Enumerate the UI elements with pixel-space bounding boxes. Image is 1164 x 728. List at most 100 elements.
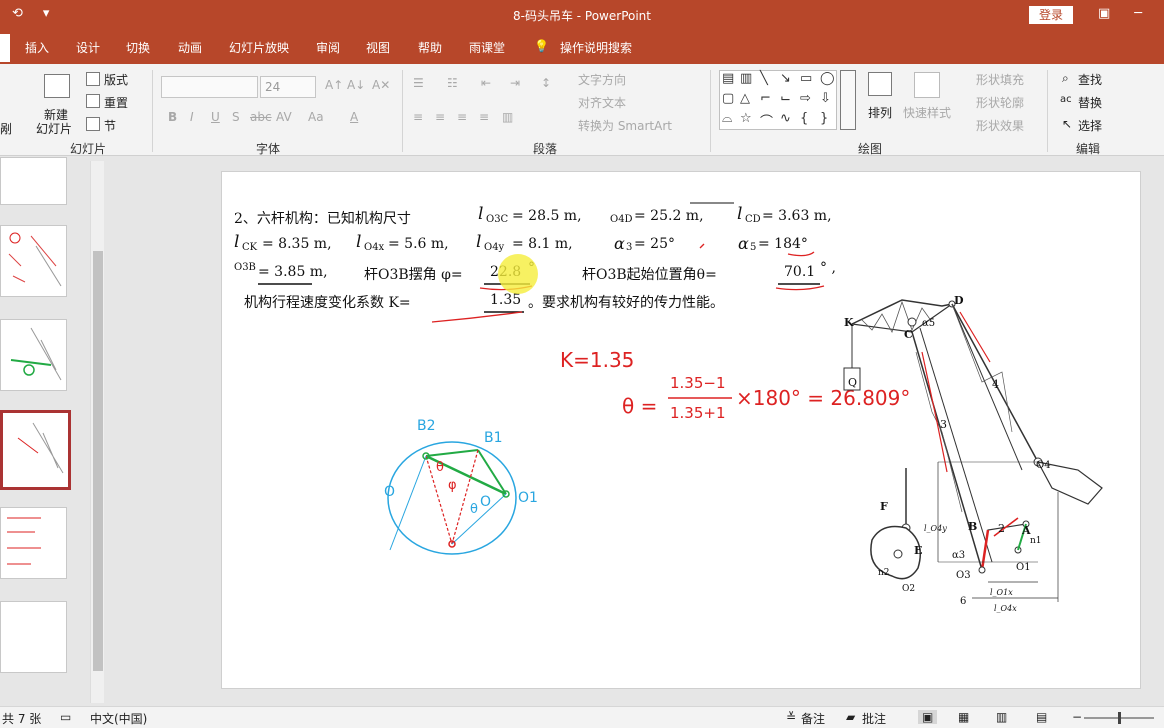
- tell-me-search[interactable]: 操作说明搜索: [560, 39, 632, 56]
- left-brace-icon[interactable]: {: [800, 111, 808, 126]
- tab-animations[interactable]: 动画: [178, 39, 202, 56]
- shape-effects-button[interactable]: 形状效果: [976, 117, 1024, 134]
- textbox-shape-icon[interactable]: ▤: [722, 71, 734, 86]
- slide-thumbnail-2[interactable]: [0, 157, 67, 205]
- slide-canvas[interactable]: 2、六杆机构：已知机构尺寸 l O3C = 28.5 m, O4D = 25.2…: [221, 171, 1141, 689]
- down-arrow-icon[interactable]: ⇩: [820, 91, 831, 106]
- find-button[interactable]: 查找: [1078, 71, 1102, 88]
- shrink-font-icon[interactable]: A↓: [347, 78, 365, 92]
- replace-button[interactable]: 替换: [1078, 94, 1102, 111]
- arrow-shape-icon[interactable]: ↘: [780, 71, 791, 86]
- bold-icon[interactable]: B: [168, 110, 177, 124]
- freeform-icon[interactable]: ⌓: [722, 111, 732, 126]
- line-shape-icon[interactable]: ╲: [760, 71, 768, 86]
- tab-help[interactable]: 帮助: [418, 39, 442, 56]
- triangle-shape-icon[interactable]: △: [740, 91, 750, 106]
- connector-icon[interactable]: ⌐: [760, 91, 771, 106]
- indent-icon[interactable]: ⇤: [481, 76, 491, 90]
- reading-view-icon[interactable]: ▥: [996, 710, 1007, 724]
- label-Q: Q: [848, 376, 858, 389]
- font-name-combo[interactable]: [161, 76, 258, 98]
- ribbon-display-options-icon[interactable]: ▣: [1098, 6, 1110, 21]
- shapes-gallery-scroll[interactable]: [840, 70, 856, 130]
- slide-thumbnail-3[interactable]: [0, 225, 67, 297]
- thumbnail-sketch: [8, 232, 62, 287]
- align-text-button[interactable]: 对齐文本: [578, 94, 626, 111]
- underline-icon[interactable]: U: [211, 110, 220, 124]
- line-spacing-icon[interactable]: ↕: [541, 76, 551, 90]
- strikethrough-icon[interactable]: abc: [250, 110, 272, 124]
- shadow-icon[interactable]: S: [232, 110, 240, 124]
- tab-slideshow[interactable]: 幻灯片放映: [229, 39, 289, 56]
- align-right-icon[interactable]: ≡: [457, 110, 467, 124]
- arrange-icon[interactable]: [868, 72, 892, 96]
- justify-icon[interactable]: ≡: [479, 110, 489, 124]
- elbow-connector-icon[interactable]: ⌙: [780, 91, 791, 106]
- arc-icon[interactable]: ⌒: [760, 111, 773, 130]
- reset-button[interactable]: 重置: [104, 94, 128, 111]
- char-spacing-icon[interactable]: AV: [276, 110, 292, 124]
- zoom-slider-thumb[interactable]: [1118, 712, 1121, 724]
- select-button[interactable]: 选择: [1078, 117, 1102, 134]
- right-brace-icon[interactable]: }: [820, 111, 828, 126]
- columns-icon[interactable]: ▥: [502, 110, 513, 124]
- font-color-icon[interactable]: A: [350, 110, 358, 124]
- font-size-combo[interactable]: 24: [260, 76, 316, 98]
- label-b1: B1: [484, 430, 503, 446]
- text-direction-button[interactable]: 文字方向: [578, 71, 626, 88]
- shape-outline-button[interactable]: 形状轮廓: [976, 94, 1024, 111]
- label-alpha5: α5: [922, 318, 936, 329]
- align-left-icon[interactable]: ≡: [413, 110, 423, 124]
- slide-sorter-icon[interactable]: ▦: [958, 710, 969, 724]
- comments-button[interactable]: 批注: [862, 710, 886, 727]
- shapes-gallery[interactable]: ▤ ▥ ╲ ↘ ▭ ◯ ▢ △ ⌐ ⌙ ⇨ ⇩ ⌓ ☆ ⌒ ∿ { }: [719, 70, 837, 130]
- minimize-icon[interactable]: ─: [1134, 6, 1142, 21]
- curve-icon[interactable]: ∿: [780, 111, 791, 126]
- change-case-icon[interactable]: Aa: [308, 110, 324, 124]
- rounded-rect-icon[interactable]: ▢: [722, 91, 734, 106]
- rectangle-shape-icon[interactable]: ▭: [800, 71, 812, 86]
- grow-font-icon[interactable]: A↑: [325, 78, 343, 92]
- quick-styles-button[interactable]: 快速样式: [903, 104, 951, 121]
- tab-design[interactable]: 设计: [76, 39, 100, 56]
- scrollbar-thumb[interactable]: [93, 251, 103, 671]
- zoom-out-icon[interactable]: −: [1072, 710, 1082, 724]
- convert-smartart-button[interactable]: 转换为 SmartArt: [578, 117, 672, 134]
- italic-icon[interactable]: I: [190, 110, 194, 124]
- vertical-textbox-icon[interactable]: ▥: [740, 71, 752, 86]
- clear-format-icon[interactable]: A✕: [372, 78, 390, 92]
- label-2: 2: [998, 522, 1005, 535]
- slide-thumbnail-6[interactable]: [0, 507, 67, 579]
- cut-button-fragment[interactable]: 剐: [0, 120, 12, 137]
- star-icon[interactable]: ☆: [740, 111, 752, 126]
- shape-fill-button[interactable]: 形状填充: [976, 71, 1024, 88]
- outdent-icon[interactable]: ⇥: [510, 76, 520, 90]
- spell-check-icon[interactable]: ▭: [60, 710, 71, 724]
- thumbnail-scrollbar[interactable]: [90, 161, 104, 703]
- file-tab-stub[interactable]: [0, 34, 10, 62]
- align-center-icon[interactable]: ≡: [435, 110, 445, 124]
- normal-view-icon[interactable]: ▣: [918, 710, 938, 724]
- new-slide-icon[interactable]: [44, 74, 70, 98]
- arrange-button[interactable]: 排列: [868, 104, 892, 121]
- oval-shape-icon[interactable]: ◯: [820, 71, 835, 86]
- right-arrow-icon[interactable]: ⇨: [800, 91, 811, 106]
- notes-button[interactable]: 备注: [801, 710, 825, 727]
- numbering-icon[interactable]: ☷: [447, 76, 458, 90]
- label-o1: O1: [518, 490, 538, 506]
- new-slide-label-2[interactable]: 幻灯片: [36, 120, 72, 137]
- section-button[interactable]: 节: [104, 117, 116, 134]
- layout-button[interactable]: 版式: [104, 71, 128, 88]
- bullets-icon[interactable]: ☰: [413, 76, 424, 90]
- tab-insert[interactable]: 插入: [25, 39, 49, 56]
- slide-thumbnail-5-selected[interactable]: [0, 410, 71, 490]
- slide-thumbnail-7[interactable]: [0, 601, 67, 673]
- tab-review[interactable]: 审阅: [316, 39, 340, 56]
- tab-rain-classroom[interactable]: 雨课堂: [469, 39, 505, 56]
- slideshow-icon[interactable]: ▤: [1036, 710, 1047, 724]
- language-indicator[interactable]: 中文(中国): [90, 710, 147, 727]
- tab-transitions[interactable]: 切换: [126, 39, 150, 56]
- quick-styles-icon[interactable]: [914, 72, 940, 98]
- tab-view[interactable]: 视图: [366, 39, 390, 56]
- slide-thumbnail-4[interactable]: [0, 319, 67, 391]
